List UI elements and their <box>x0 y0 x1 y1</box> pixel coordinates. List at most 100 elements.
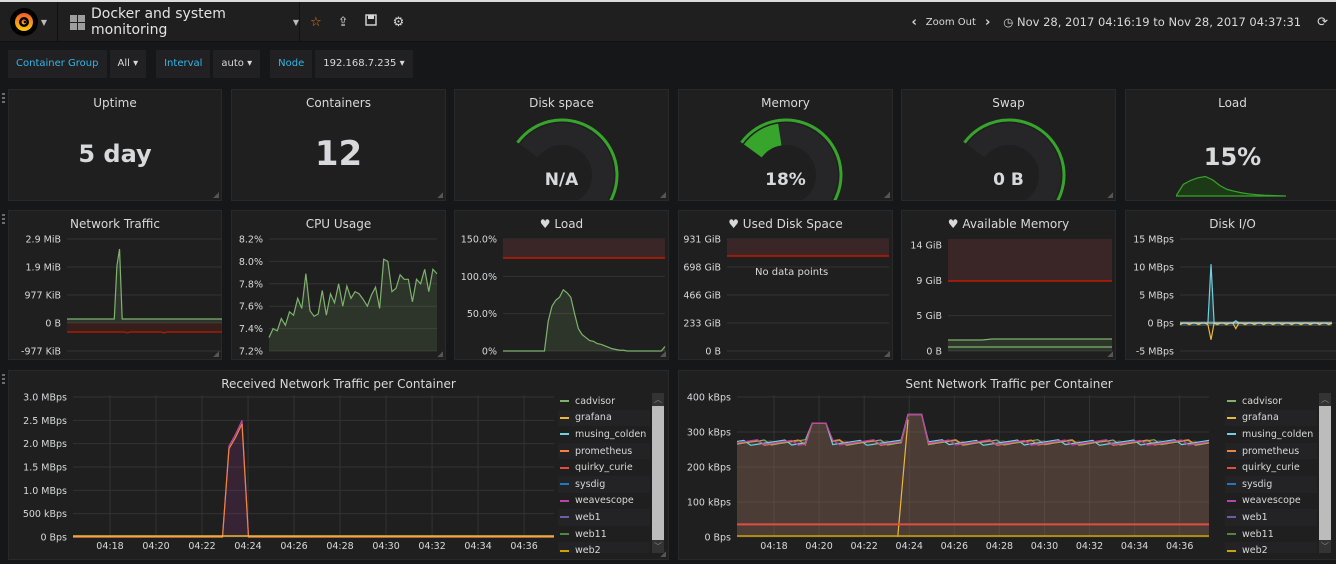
panel-used-disk-space[interactable]: ♥ Used Disk Space 931 GiB 698 GiB 466 GiB 2… <box>678 210 893 360</box>
gauge-fill <box>743 123 782 158</box>
resize-handle[interactable] <box>437 192 443 198</box>
y-tick-label: 100.0% <box>461 272 497 283</box>
resize-handle[interactable] <box>213 192 219 198</box>
panel-cpu-usage[interactable]: CPU Usage 8.2% 8.0% 7.8% 7.6% 7.4% 7.2% <box>231 210 446 360</box>
resize-handle[interactable] <box>437 351 443 357</box>
cpu-usage-chart: 8.2% 8.0% 7.8% 7.6% 7.4% 7.2% <box>239 235 438 358</box>
panel-load-graph[interactable]: ♥ Load 150.0% 100.0% 50.0% 0% <box>454 210 669 360</box>
legend-item[interactable]: prometheus <box>558 442 650 460</box>
resize-handle[interactable] <box>660 351 666 357</box>
stat-value: 5 day <box>78 140 152 168</box>
resize-handle[interactable] <box>884 192 890 198</box>
legend-item[interactable]: web1 <box>1225 509 1317 526</box>
panel-available-memory[interactable]: ♥ Available Memory 14 GiB 9 GiB 5 GiB 0 B <box>901 210 1116 360</box>
resize-handle[interactable] <box>213 351 219 357</box>
disk-io-chart: 15 MBps 10 MBps 5 MBps 0 Bps -5 MBps <box>1133 235 1336 358</box>
legend-scrollbar[interactable]: ︿ ﹀ <box>652 393 664 553</box>
scroll-up-icon[interactable]: ︿ <box>1319 393 1331 406</box>
legend-label: quirky_curie <box>575 462 633 474</box>
row-drag-handle[interactable] <box>2 214 5 225</box>
resize-handle[interactable] <box>660 192 666 198</box>
variable-select-interval[interactable]: auto ▾ <box>213 50 261 78</box>
legend-label: web1 <box>1242 511 1268 523</box>
panel-swap[interactable]: Swap 0 B <box>901 89 1116 201</box>
y-tick-label: 0% <box>482 347 497 358</box>
panel-uptime[interactable]: Uptime 5 day <box>8 89 222 201</box>
zoom-out-button[interactable]: Zoom Out <box>926 17 976 28</box>
y-tick-label: 8.2% <box>239 235 263 246</box>
share-icon[interactable]: ⇪ <box>338 15 349 30</box>
grafana-logo-icon <box>9 8 38 36</box>
legend-item[interactable]: web1 <box>558 509 650 526</box>
legend-label: quirky_curie <box>1242 462 1300 474</box>
gear-icon[interactable]: ⚙ <box>393 15 405 30</box>
y-tick-label: 7.8% <box>239 279 263 290</box>
legend-item[interactable]: cadvisor <box>1225 393 1317 410</box>
legend-label: web1 <box>575 511 601 523</box>
legend-item[interactable]: weavescope <box>558 493 650 510</box>
write-series-area <box>1180 264 1332 323</box>
variable-select-node[interactable]: 192.168.7.235 ▾ <box>315 50 413 78</box>
scroll-down-icon[interactable]: ﹀ <box>1319 540 1331 553</box>
grafana-menu-button[interactable]: ▼ <box>0 2 58 42</box>
legend-item[interactable]: web2 <box>1225 542 1317 553</box>
panel-load-stat[interactable]: Load 15% <box>1125 89 1336 201</box>
legend-scrollbar[interactable]: ︿ ﹀ <box>1319 393 1331 553</box>
legend-swatch <box>1227 400 1236 403</box>
resize-handle[interactable] <box>660 551 666 557</box>
time-back-button[interactable]: ‹ <box>908 15 919 30</box>
legend-item[interactable]: web2 <box>558 542 650 553</box>
resize-handle[interactable] <box>884 351 890 357</box>
legend-swatch <box>560 499 569 502</box>
y-tick-label: -977 KiB <box>21 347 61 358</box>
legend-item[interactable]: musing_colden <box>1225 426 1317 443</box>
panel-containers[interactable]: Containers 12 <box>231 89 446 201</box>
resize-handle[interactable] <box>1107 351 1113 357</box>
legend-swatch <box>560 433 569 436</box>
panel-received-traffic[interactable]: Received Network Traffic per Container 3… <box>8 370 669 560</box>
legend-item[interactable]: sysdig <box>1225 475 1317 493</box>
legend-item[interactable]: weavescope <box>1225 493 1317 510</box>
dashboard-picker[interactable]: Docker and system monitoring ▼ <box>58 2 300 42</box>
y-tick-label: 2.5 MBps <box>23 416 67 427</box>
legend-item[interactable]: cadvisor <box>558 393 650 410</box>
panel-title: Swap <box>992 96 1025 110</box>
y-tick-label: 150.0% <box>461 235 497 246</box>
row-drag-handle[interactable] <box>2 374 5 385</box>
no-data-message: No data points <box>755 267 829 278</box>
y-tick-label: 300 kBps <box>687 428 731 439</box>
panel-network-traffic[interactable]: Network Traffic 2.9 MiB 1.9 MiB 977 KiB 0 B… <box>8 210 222 360</box>
panel-disk-space[interactable]: Disk space N/A <box>454 89 669 201</box>
y-tick-label: 50.0% <box>467 309 497 320</box>
y-tick-label: 9 GiB <box>916 276 942 287</box>
scroll-up-icon[interactable]: ︿ <box>652 393 664 406</box>
panel-sent-traffic[interactable]: Sent Network Traffic per Container 400 k… <box>678 370 1336 560</box>
legend-item[interactable]: web11 <box>1225 526 1317 543</box>
received-series <box>67 248 222 320</box>
y-tick-label: 0 Bps <box>40 533 67 544</box>
legend-item[interactable]: sysdig <box>558 475 650 493</box>
legend-swatch <box>1227 433 1236 436</box>
scrollbar-thumb[interactable] <box>652 406 664 540</box>
resize-handle[interactable] <box>1107 192 1113 198</box>
caret-down-icon: ▼ <box>292 17 299 27</box>
scrollbar-thumb[interactable] <box>1319 406 1331 540</box>
legend-item[interactable]: grafana <box>558 409 650 427</box>
save-icon[interactable] <box>364 14 377 30</box>
legend-item[interactable]: grafana <box>1225 409 1317 427</box>
panel-memory[interactable]: Memory 18% <box>678 89 893 201</box>
variable-select-container-group[interactable]: All ▾ <box>109 50 147 78</box>
refresh-icon[interactable]: ⟳ <box>1317 15 1328 30</box>
y-tick-label: 1.0 MBps <box>23 486 67 497</box>
variable-label-interval: Interval <box>156 50 211 78</box>
legend-item[interactable]: musing_colden <box>558 426 650 443</box>
panel-disk-io[interactable]: Disk I/O 15 MBps 10 MBps 5 MBps 0 Bps -5 MBp… <box>1125 210 1336 360</box>
time-forward-button[interactable]: › <box>982 15 993 30</box>
legend-item[interactable]: quirky_curie <box>558 459 650 476</box>
row-drag-handle[interactable] <box>2 93 5 104</box>
legend-item[interactable]: prometheus <box>1225 442 1317 460</box>
time-range-picker[interactable]: ◷ Nov 28, 2017 04:16:19 to Nov 28, 2017 … <box>1003 15 1301 29</box>
legend-item[interactable]: web11 <box>558 526 650 543</box>
legend-item[interactable]: quirky_curie <box>1225 459 1317 476</box>
star-icon[interactable]: ☆ <box>310 15 322 30</box>
